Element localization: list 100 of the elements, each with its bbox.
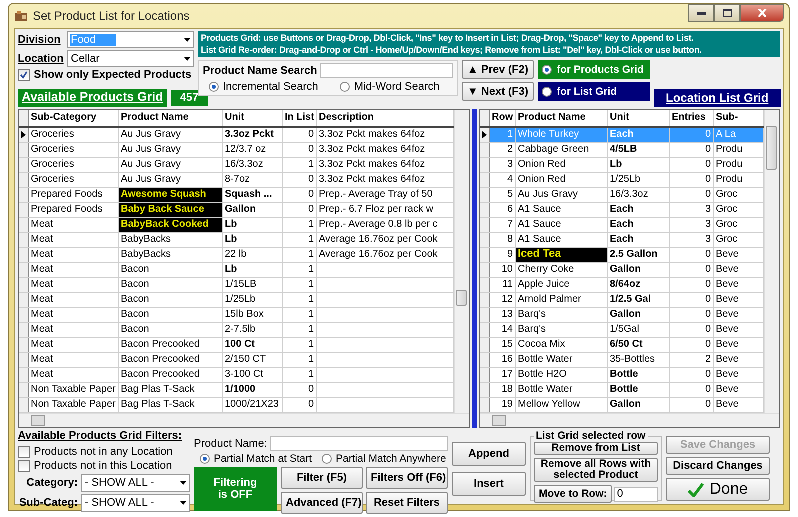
dropdown[interactable]: Cellar	[67, 50, 194, 67]
radio-label: for Products Grid	[557, 64, 644, 76]
table-cell: 1	[490, 128, 516, 142]
table-cell: Bacon Precooked	[119, 368, 223, 382]
dropdown[interactable]: - SHOW ALL -	[81, 494, 190, 512]
table-cell: Bacon Precooked	[119, 353, 223, 367]
vertical-scrollbar[interactable]	[454, 110, 469, 413]
list-button[interactable]: Append	[452, 442, 526, 466]
close-icon	[758, 9, 766, 17]
horizontal-scrollbar[interactable]	[480, 413, 779, 427]
remove-button[interactable]: Remove all Rows with selected Product	[534, 458, 658, 482]
filter-button[interactable]: Advanced (F7)	[281, 492, 363, 514]
checkbox[interactable]	[18, 460, 30, 472]
table-row[interactable]: 4 Onion Red 1/25Lb 0 Produ	[480, 173, 764, 188]
caret-icon	[180, 481, 187, 485]
minimize-button[interactable]	[688, 4, 714, 22]
table-row[interactable]: 5 Au Jus Gravy 16/3.3oz 0 Groc	[480, 188, 764, 203]
radio-button[interactable]	[209, 82, 219, 92]
table-row[interactable]: 16 Bottle Water 35-Bottles 2 Beve	[480, 353, 764, 368]
table-row[interactable]: 14 Barq's 1/5Gal 0 Beve	[480, 323, 764, 338]
table-cell: Meat	[29, 278, 119, 292]
radio-button[interactable]	[200, 454, 210, 464]
column-header[interactable]: Unit	[608, 110, 670, 126]
maximize-button[interactable]	[714, 4, 740, 22]
table-row[interactable]: 3 Onion Red Lb 0 Produ	[480, 158, 764, 173]
table-cell: Baby Back Sauce	[119, 203, 223, 217]
table-cell: 0	[670, 308, 714, 322]
checkbox[interactable]	[18, 69, 30, 81]
table-cell: Squash ...	[223, 188, 283, 202]
table-cell: Gallon	[223, 203, 283, 217]
name-filter-field[interactable]	[270, 436, 448, 451]
list-button[interactable]: Insert	[452, 472, 526, 496]
table-cell: 11	[490, 278, 516, 292]
vertical-scrollbar[interactable]	[764, 110, 779, 413]
table-cell: 4/5LB	[608, 143, 670, 157]
prev-button[interactable]: ▲ Prev (F2)	[462, 60, 534, 79]
table-cell: Meat	[29, 368, 119, 382]
move-button[interactable]: Move to Row:	[534, 485, 612, 503]
table-row[interactable]: 17 Bottle H2O Bottle 0 Beve	[480, 368, 764, 383]
action-button[interactable]: Discard Changes	[666, 457, 770, 476]
table-cell: Each	[608, 203, 670, 217]
table-cell: Au Jus Gravy	[119, 143, 223, 157]
radio-button[interactable]	[340, 82, 350, 92]
table-cell: 18	[490, 383, 516, 397]
table-cell: 0	[670, 263, 714, 277]
table-row[interactable]: 7 A1 Sauce Each 3 Groc	[480, 218, 764, 233]
table-row[interactable]: 10 Cherry Coke Gallon 0 Beve	[480, 263, 764, 278]
table-cell: Bottle Water	[516, 383, 608, 397]
table-cell: 0	[670, 383, 714, 397]
dropdown[interactable]: - SHOW ALL -	[81, 474, 190, 492]
table-cell: 16/3.3oz	[608, 188, 670, 202]
horizontal-scrollbar[interactable]	[19, 413, 469, 427]
caret-icon	[184, 38, 191, 42]
radio-button[interactable]	[542, 64, 552, 74]
table-cell: Gallon	[608, 398, 670, 412]
table-cell: Bag Plas T-Sack	[119, 398, 223, 412]
table-row[interactable]: 18 Bottle Water Bottle 0 Beve	[480, 383, 764, 398]
table-row[interactable]: 6 A1 Sauce Each 3 Groc	[480, 203, 764, 218]
table-cell: 3	[490, 158, 516, 172]
table-row[interactable]: 11 Apple Juice 8/64oz 0 Beve	[480, 278, 764, 293]
column-header[interactable]: Entries	[670, 110, 714, 126]
radio-button[interactable]	[542, 86, 552, 96]
radio-label: for List Grid	[557, 86, 618, 98]
row-number-field[interactable]: 0	[614, 486, 658, 502]
table-cell: 1000/21X23	[223, 398, 283, 412]
remove-button[interactable]: Remove from List	[534, 442, 658, 455]
column-header[interactable]: Product Name	[119, 110, 223, 126]
table-row[interactable]: 13 Barq's Gallon 0 Beve	[480, 308, 764, 323]
table-cell: Mellow Yellow	[516, 398, 608, 412]
table-cell: Meat	[29, 263, 119, 277]
checkbox[interactable]	[18, 446, 30, 458]
instruction-text: List Grid Re-order: Drag-and-Drop or Ctrl - Home/Up/Down/End keys; Remove from List: "Del" key, Dbl-Click or use button.	[201, 44, 703, 56]
table-cell: 35-Bottles	[608, 353, 670, 367]
table-row[interactable]: 2 Cabbage Green 4/5LB 0 Produ	[480, 143, 764, 158]
caret-icon	[184, 56, 191, 60]
next-button[interactable]: ▼ Next (F3)	[462, 82, 534, 101]
table-cell: 1	[283, 218, 317, 232]
table-cell: Bag Plas T-Sack	[119, 383, 223, 397]
column-header[interactable]: In List	[283, 110, 317, 126]
radio-button[interactable]	[322, 454, 332, 464]
table-cell: 13	[490, 308, 516, 322]
filter-button[interactable]: Filter (F5)	[281, 467, 363, 489]
table-cell: Au Jus Gravy	[516, 188, 608, 202]
filter-button[interactable]: Reset Filters	[366, 492, 448, 514]
table-row[interactable]: 9 Iced Tea 2.5 Gallon 0 Beve	[480, 248, 764, 263]
table-row[interactable]: 15 Cocoa Mix 6/50 Ct 0 Beve	[480, 338, 764, 353]
field-label: Division	[18, 34, 62, 46]
column-header[interactable]: Sub-Category	[29, 110, 119, 126]
checkbox-label: Products not in any Location	[34, 446, 173, 458]
table-row[interactable]: 12 Arnold Palmer 1/2.5 Gal 0 Beve	[480, 293, 764, 308]
column-header[interactable]: Row	[490, 110, 516, 126]
table-cell: 0	[670, 323, 714, 337]
close-button[interactable]	[740, 4, 784, 22]
column-header[interactable]: Product Name	[516, 110, 608, 126]
field-label: Product Name Search	[203, 64, 318, 76]
search-field[interactable]	[320, 63, 453, 78]
table-cell: Meat	[29, 308, 119, 322]
filter-button[interactable]: Filters Off (F6)	[366, 467, 448, 489]
column-header[interactable]: Unit	[223, 110, 283, 126]
done-button[interactable]: Done	[666, 478, 770, 501]
